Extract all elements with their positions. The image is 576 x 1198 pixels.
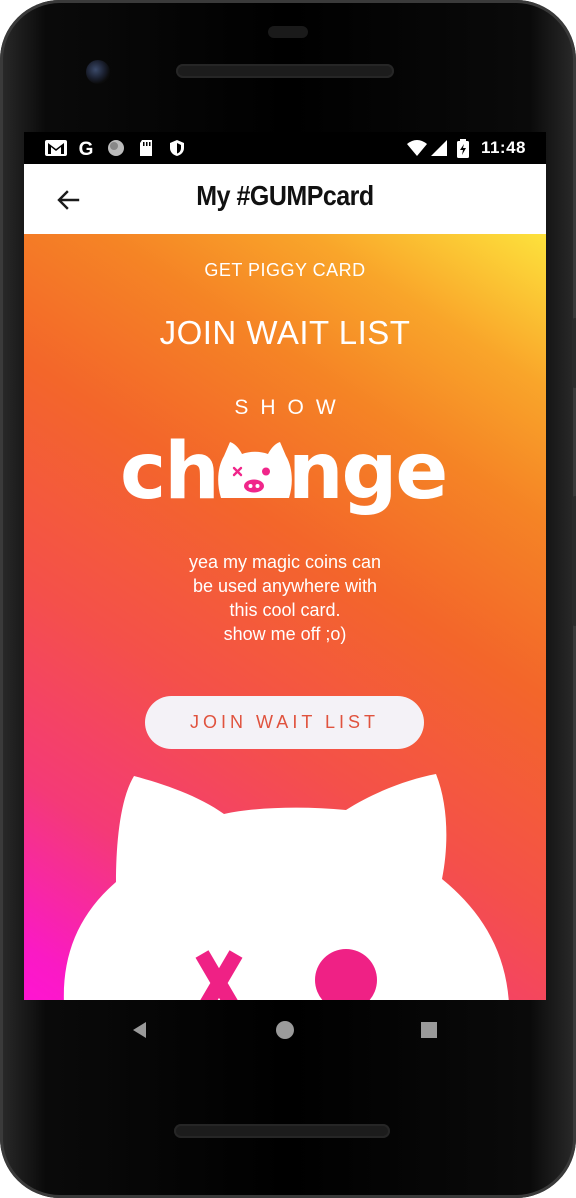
earpiece: [268, 26, 308, 38]
app-bar: My #GUMPcard: [24, 164, 546, 234]
logo-text-ch: ch: [120, 427, 218, 517]
circle-icon: [108, 140, 124, 156]
show-label: SHOW: [234, 396, 348, 419]
description-line: yea my magic coins can: [188, 552, 382, 572]
home-circle-icon[interactable]: [274, 1019, 296, 1041]
logo-text-nge: nge: [288, 427, 446, 517]
status-time: 11:48: [480, 138, 526, 157]
power-button: [572, 496, 576, 626]
change-logo: ch nge change: [120, 427, 448, 517]
description-line: this cool card.: [229, 600, 341, 620]
front-camera: [86, 60, 110, 84]
get-piggy-card-link[interactable]: GET PIGGY CARD: [24, 260, 546, 281]
join-wait-list-button[interactable]: JOIN WAIT LIST: [145, 696, 424, 749]
join-wait-list-heading[interactable]: JOIN WAIT LIST: [24, 314, 546, 352]
status-bar: G 11:48: [24, 132, 546, 164]
battery-icon: [457, 139, 469, 158]
app-title: My #GUMPcard: [196, 180, 374, 212]
phone-frame: G 11:48 My #GUMPcard GET PIGGY CARD JOIN…: [0, 0, 576, 1198]
description-line: be used anywhere with: [192, 576, 378, 596]
top-speaker-grille: [176, 64, 394, 78]
pig-face-icon: [218, 442, 292, 498]
shield-icon: [170, 140, 184, 156]
google-icon: G: [79, 139, 94, 157]
description: yea my magic coins can be used anywhere …: [24, 550, 546, 646]
svg-text:G: G: [79, 139, 94, 157]
bottom-speaker-grille: [174, 1124, 390, 1138]
description-line: show me off ;o): [223, 624, 347, 644]
gmail-icon: [45, 140, 67, 156]
screen: G 11:48 My #GUMPcard GET PIGGY CARD JOIN…: [24, 132, 546, 1000]
waitlist-content: GET PIGGY CARD JOIN WAIT LIST SHOW ch ng…: [24, 234, 546, 1000]
wifi-icon: [407, 140, 427, 156]
back-triangle-icon[interactable]: [130, 1020, 150, 1040]
recents-square-icon[interactable]: [420, 1021, 438, 1039]
sd-card-icon: [140, 140, 152, 156]
volume-button: [572, 318, 576, 388]
pig-mascot-illustration: [63, 774, 509, 1000]
signal-icon: [431, 140, 447, 156]
